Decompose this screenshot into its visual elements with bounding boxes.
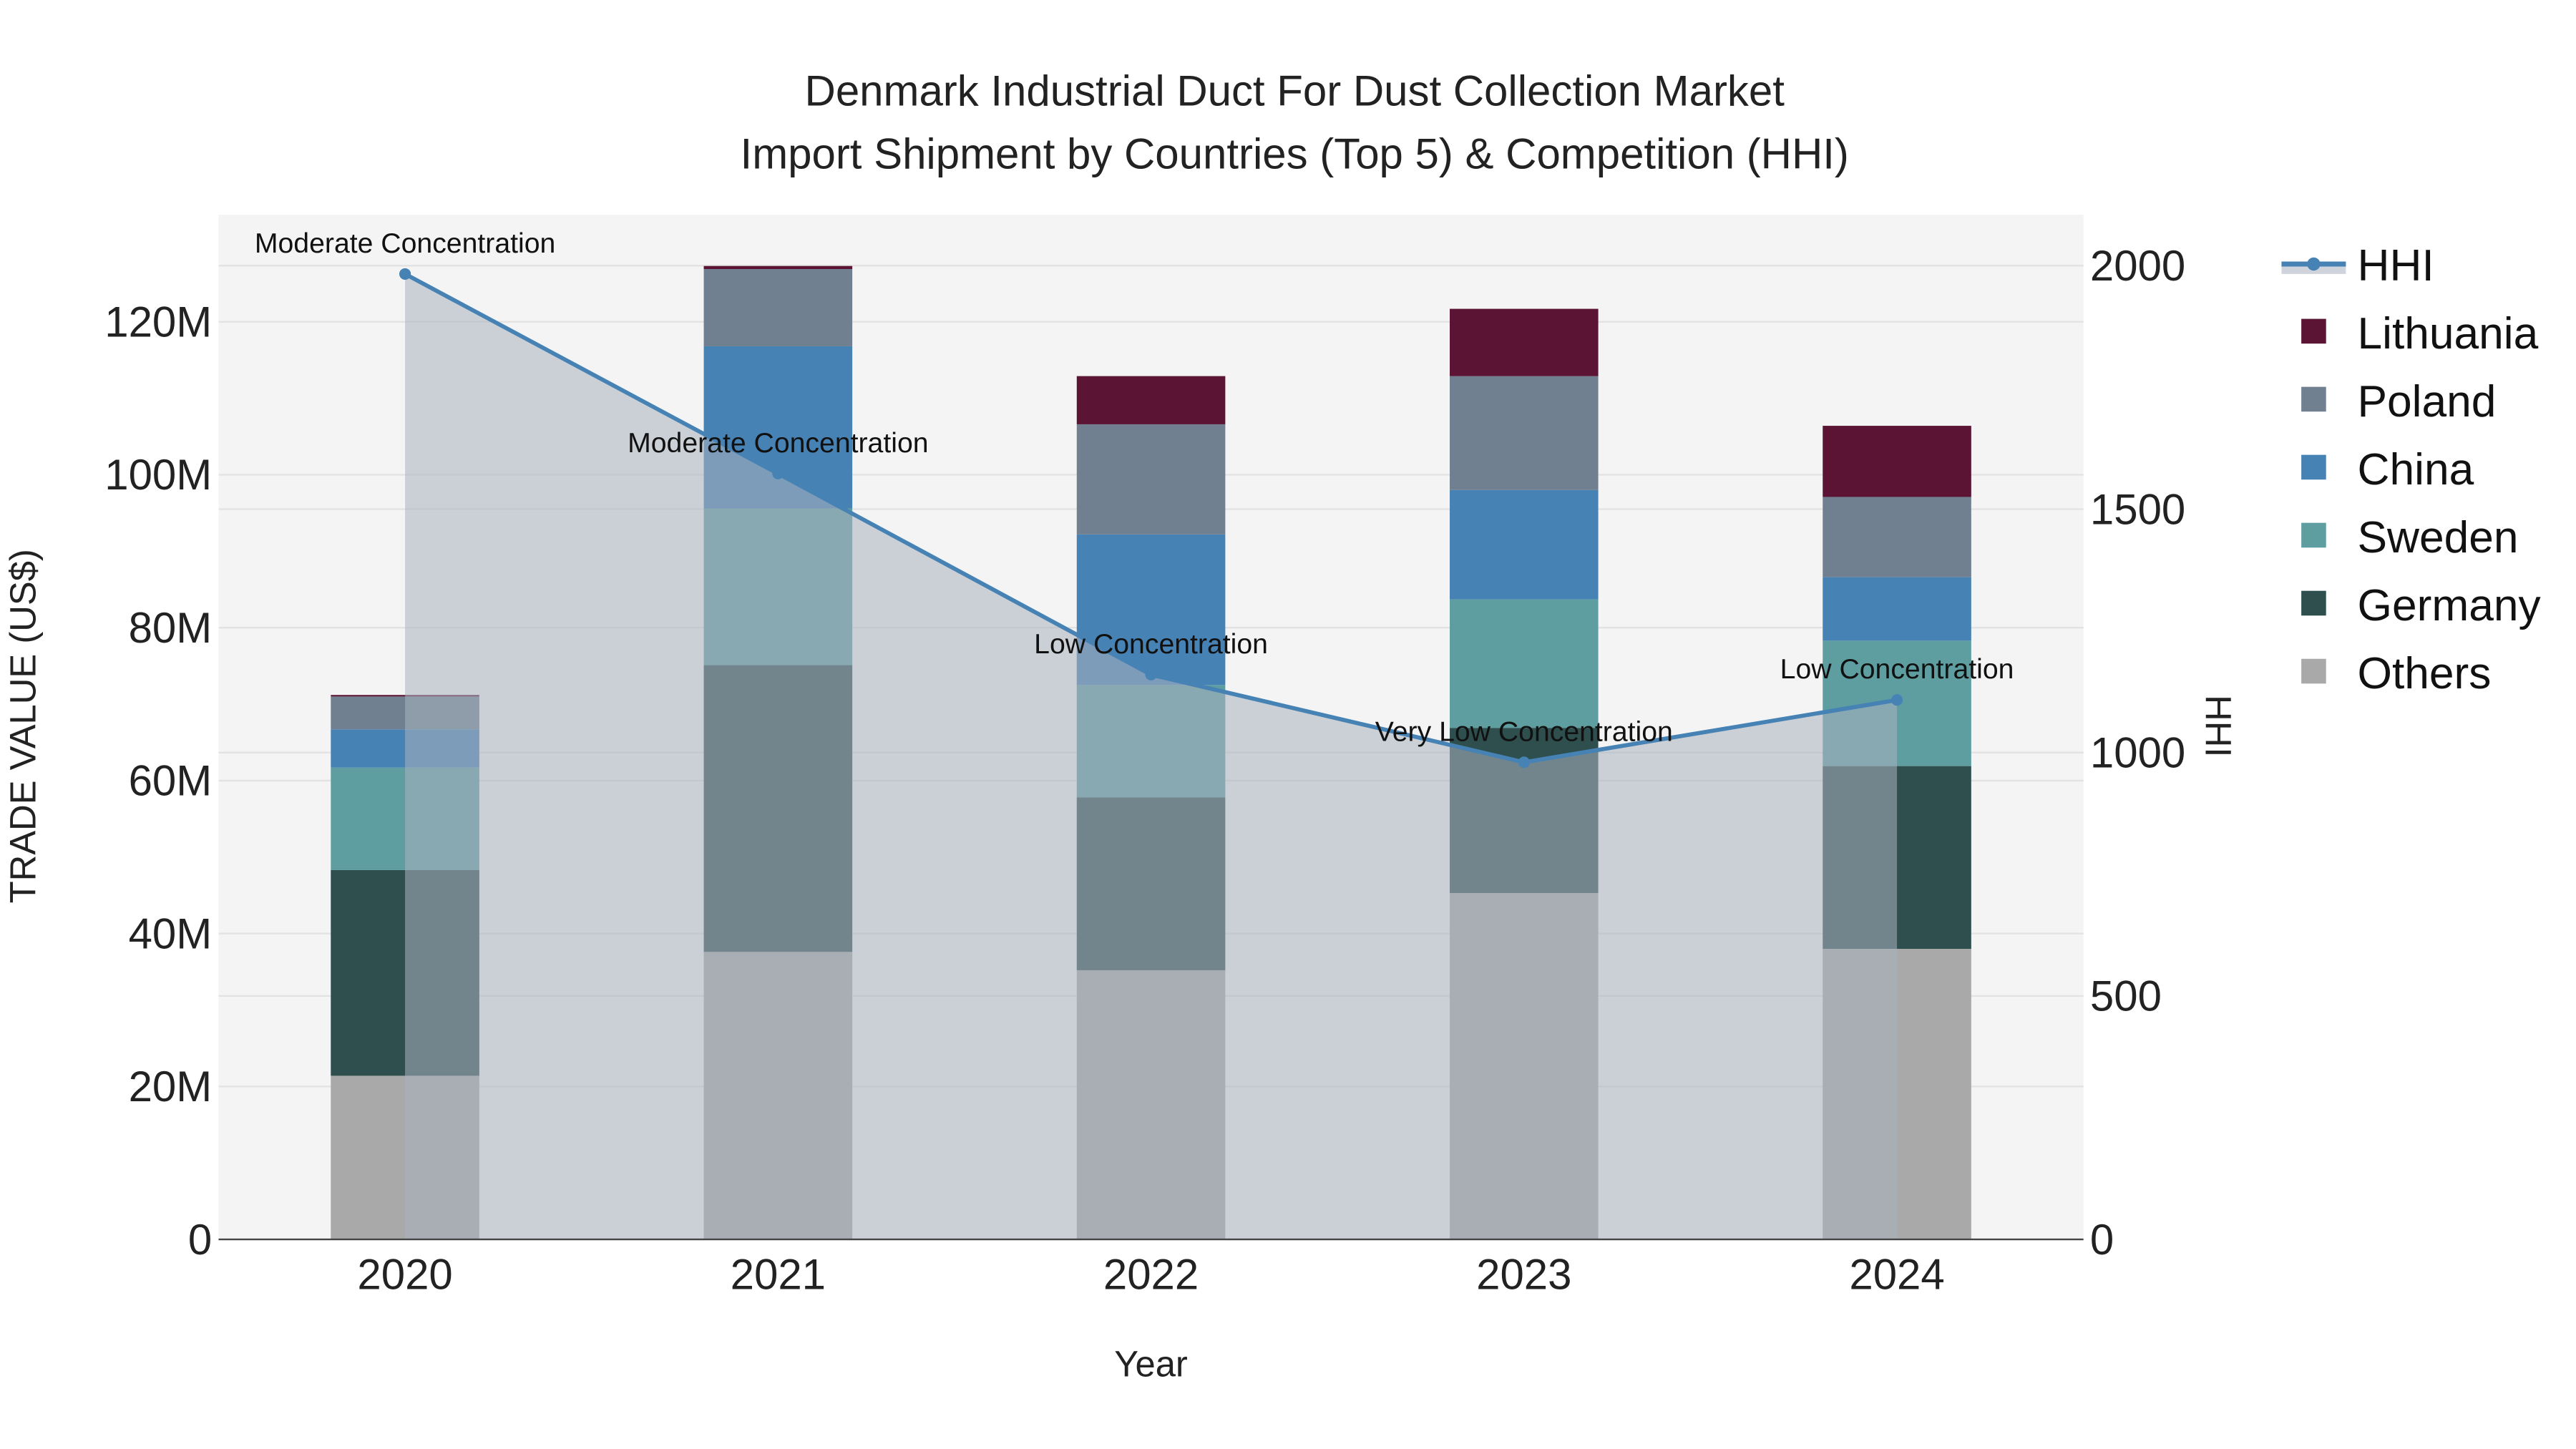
hhi-annotation: Very Low Concentration [1375,716,1673,747]
bar-poland-2021[interactable] [703,269,853,346]
legend-label: Poland [2358,377,2497,426]
legend-hhi-marker [2307,257,2321,271]
bar-lithuania-2021[interactable] [703,265,853,270]
legend-label: China [2358,445,2474,494]
hhi-annotation: Moderate Concentration [628,428,928,459]
y2-tick-label: 1500 [2090,485,2185,533]
y-tick-label: 80M [129,604,213,652]
legend-swatch [2301,522,2326,548]
bar-lithuania-2022[interactable] [1076,376,1226,424]
chart-subtitle: Import Shipment by Countries (Top 5) & C… [741,130,1849,177]
y2-tick-label: 500 [2090,972,2162,1020]
legend-swatch [2301,658,2326,684]
legend-swatch [2301,318,2326,344]
y-tick-label: 60M [129,757,213,805]
y-tick-label: 40M [129,909,213,957]
legend-label: Others [2358,649,2492,698]
y2-tick-label: 2000 [2090,242,2185,290]
hhi-point-2021[interactable] [772,467,784,479]
hhi-point-2022[interactable] [1145,668,1157,680]
y-tick-label: 120M [104,298,212,346]
legend-item-china[interactable]: China [2301,445,2474,494]
legend-item-hhi[interactable]: HHI [2281,241,2434,291]
chart-title: Denmark Industrial Duct For Dust Collect… [805,67,1785,115]
hhi-annotation: Moderate Concentration [255,228,555,259]
bar-lithuania-2024[interactable] [1823,426,1971,497]
legend-item-germany[interactable]: Germany [2301,581,2541,630]
y-tick-label: 0 [188,1216,212,1264]
legend-label: Germany [2358,581,2542,630]
chart: Denmark Industrial Duct For Dust Collect… [2,67,2541,1385]
bar-china-2023[interactable] [1450,489,1599,600]
hhi-point-2024[interactable] [1890,694,1903,706]
bar-china-2024[interactable] [1823,577,1971,641]
legend-item-poland[interactable]: Poland [2301,377,2496,426]
hhi-point-2023[interactable] [1518,756,1530,769]
y-tick-label: 20M [129,1063,213,1111]
bar-lithuania-2023[interactable] [1450,308,1599,376]
x-tick-label: 2020 [357,1250,452,1298]
bar-poland-2023[interactable] [1450,376,1599,490]
y-tick-label: 100M [104,451,212,499]
x-tick-label: 2024 [1849,1250,1944,1298]
x-tick-label: 2023 [1476,1250,1571,1298]
hhi-point-2020[interactable] [399,268,411,280]
legend-swatch [2301,590,2326,616]
legend: HHI Lithuania Poland China Sweden Germany Othe… [2281,241,2541,698]
legend-swatch [2301,454,2326,480]
bar-poland-2024[interactable] [1823,497,1971,577]
legend-item-others[interactable]: Others [2301,649,2491,698]
x-tick-label: 2021 [731,1250,826,1298]
x-tick-label: 2022 [1103,1250,1199,1298]
legend-label: HHI [2358,241,2434,291]
legend-item-lithuania[interactable]: Lithuania [2301,309,2539,358]
y2-tick-label: 0 [2090,1216,2114,1264]
legend-label: Lithuania [2358,309,2539,358]
legend-label: Sweden [2358,513,2519,562]
hhi-annotation: Low Concentration [1034,629,1268,660]
y2-tick-label: 1000 [2090,728,2185,776]
y-axis-label: TRADE VALUE (US$) [2,549,43,903]
y2-axis-label: HHI [2197,695,2238,757]
bar-sweden-2023[interactable] [1450,599,1599,728]
x-axis-label: Year [1114,1344,1188,1385]
hhi-annotation: Low Concentration [1780,654,2014,685]
legend-swatch [2301,386,2326,412]
legend-item-sweden[interactable]: Sweden [2301,513,2519,562]
bar-poland-2022[interactable] [1076,424,1226,535]
